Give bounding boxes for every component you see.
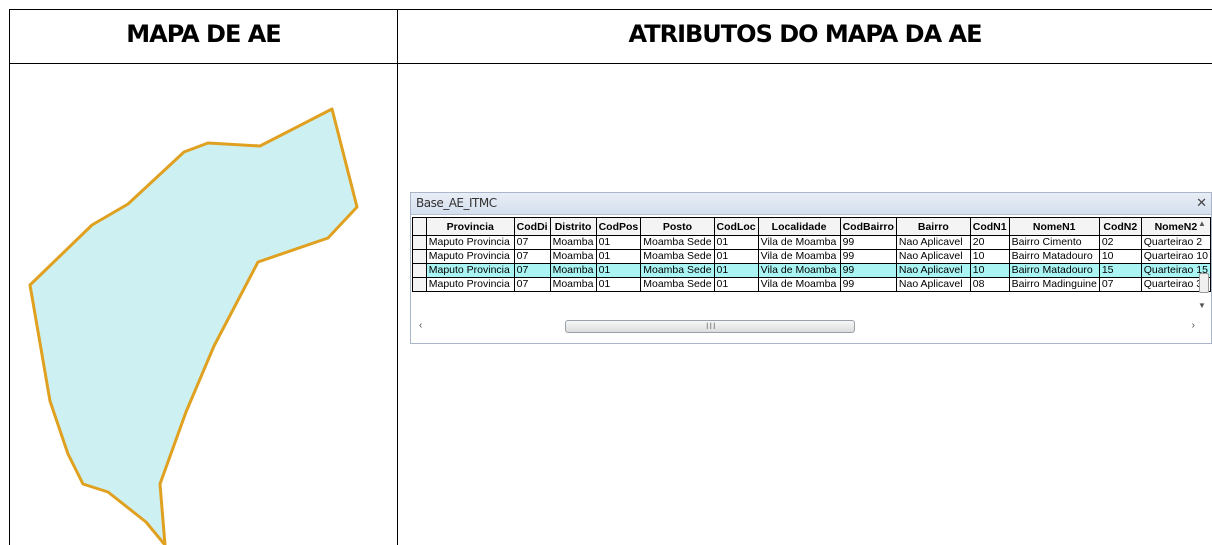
scroll-up-icon[interactable]: ▲: [1198, 219, 1206, 228]
row-selector[interactable]: [412, 263, 427, 278]
table-cell[interactable]: 01: [595, 277, 642, 292]
table-cell[interactable]: 02: [1098, 235, 1142, 250]
table-cell[interactable]: 01: [595, 263, 642, 278]
table-cell[interactable]: Nao Aplicavel: [895, 235, 971, 250]
table-cell[interactable]: Bairro Matadouro: [1008, 249, 1100, 264]
attributes-header: ATRIBUTOS DO MAPA DA AE: [628, 20, 983, 48]
close-icon[interactable]: ✕: [1196, 195, 1207, 211]
table-cell[interactable]: Maputo Provincia: [425, 249, 515, 264]
table-cell[interactable]: Bairro Matadouro: [1008, 263, 1100, 278]
table-row[interactable]: Maputo Provincia 07 Moamba 01 Moamba Sede 01 V…: [412, 263, 1212, 278]
table-cell[interactable]: Moamba Sede: [640, 277, 715, 292]
table-cell[interactable]: Moamba: [549, 235, 597, 250]
column-header-posto[interactable]: Posto: [640, 217, 715, 236]
table-cell[interactable]: 15: [1098, 263, 1142, 278]
row-selector[interactable]: [412, 235, 427, 250]
map-header: MAPA DE AE: [126, 20, 281, 48]
table-cell[interactable]: 07: [513, 263, 551, 278]
attribute-table-window: Base_AE_ITMC ✕ Provincia CodDi Distrito Cod…: [410, 192, 1212, 344]
column-divider: [397, 9, 398, 545]
table-cell[interactable]: Bairro Madinguine: [1008, 277, 1100, 292]
table-cell[interactable]: Maputo Provincia: [425, 277, 515, 292]
ae-polygon: [28, 107, 359, 545]
table-cell[interactable]: 01: [595, 249, 642, 264]
horizontal-scrollbar[interactable]: ‹ III ›: [415, 318, 1209, 336]
table-row[interactable]: Maputo Provincia 07 Moamba 01 Moamba Sede 01 V…: [412, 249, 1212, 264]
table-cell[interactable]: 20: [969, 235, 1010, 250]
table-cell[interactable]: 10: [969, 263, 1010, 278]
table-cell[interactable]: Nao Aplicavel: [895, 249, 971, 264]
column-header-distrito[interactable]: Distrito: [549, 217, 597, 236]
table-cell[interactable]: 07: [513, 277, 551, 292]
table-cell[interactable]: Nao Aplicavel: [895, 277, 971, 292]
column-header-provincia[interactable]: Provincia: [425, 217, 515, 236]
row-selector[interactable]: [412, 249, 427, 264]
table-cell[interactable]: Maputo Provincia: [425, 263, 515, 278]
scroll-right-icon[interactable]: ›: [1192, 320, 1195, 331]
table-cell[interactable]: 07: [513, 235, 551, 250]
table-cell[interactable]: Vila de Moamba: [757, 277, 841, 292]
table-cell[interactable]: 08: [969, 277, 1010, 292]
column-header-localidade[interactable]: Localidade: [757, 217, 841, 236]
window-title: Base_AE_ITMC: [416, 196, 497, 210]
column-header-codn1[interactable]: CodN1: [969, 217, 1010, 236]
attribute-table: Provincia CodDi Distrito CodPos Posto CodLoc L…: [412, 217, 1212, 292]
column-header-codbairro[interactable]: CodBairro: [839, 217, 897, 236]
table-cell[interactable]: 99: [839, 235, 897, 250]
table-cell[interactable]: Vila de Moamba: [757, 263, 841, 278]
table-header-row: Provincia CodDi Distrito CodPos Posto CodLoc L…: [412, 217, 1212, 236]
horizontal-scroll-thumb[interactable]: III: [565, 320, 855, 333]
table-cell[interactable]: Bairro Cimento: [1008, 235, 1100, 250]
vertical-scroll-thumb[interactable]: [1199, 273, 1209, 293]
table-cell[interactable]: Vila de Moamba: [757, 249, 841, 264]
table-cell[interactable]: 01: [713, 263, 759, 278]
table-cell[interactable]: Moamba: [549, 249, 597, 264]
scroll-left-icon[interactable]: ‹: [419, 320, 422, 331]
table-cell[interactable]: Moamba Sede: [640, 235, 715, 250]
column-header-bairro[interactable]: Bairro: [895, 217, 971, 236]
window-titlebar: Base_AE_ITMC ✕: [411, 193, 1211, 215]
table-cell[interactable]: 99: [839, 277, 897, 292]
column-header-codpos[interactable]: CodPos: [595, 217, 642, 236]
table-cell[interactable]: Moamba: [549, 263, 597, 278]
table-cell[interactable]: Nao Aplicavel: [895, 263, 971, 278]
table-cell[interactable]: 10: [969, 249, 1010, 264]
table-cell[interactable]: Moamba Sede: [640, 249, 715, 264]
table-cell[interactable]: Moamba: [549, 277, 597, 292]
table-cell[interactable]: 99: [839, 263, 897, 278]
table-cell[interactable]: 10: [1098, 249, 1142, 264]
table-cell[interactable]: 07: [513, 249, 551, 264]
table-cell[interactable]: 99: [839, 249, 897, 264]
column-header-coddi[interactable]: CodDi: [513, 217, 551, 236]
table-cell[interactable]: 01: [713, 235, 759, 250]
scroll-down-icon[interactable]: ▼: [1198, 301, 1206, 310]
column-header-codloc[interactable]: CodLoc: [713, 217, 759, 236]
table-row[interactable]: Maputo Provincia 07 Moamba 01 Moamba Sede 01 V…: [412, 235, 1212, 250]
column-header-codn2[interactable]: CodN2: [1098, 217, 1142, 236]
scroll-grip-icon: III: [706, 321, 717, 331]
area-map: [28, 107, 359, 545]
table-cell[interactable]: 07: [1098, 277, 1142, 292]
table-cell[interactable]: Vila de Moamba: [757, 235, 841, 250]
row-selector[interactable]: [412, 277, 427, 292]
vertical-scrollbar[interactable]: ▲ ▼: [1197, 217, 1209, 313]
table-cell[interactable]: 01: [595, 235, 642, 250]
table-cell[interactable]: Maputo Provincia: [425, 235, 515, 250]
row-selector-header[interactable]: [412, 217, 427, 236]
table-cell[interactable]: 01: [713, 249, 759, 264]
column-header-nomen1[interactable]: NomeN1: [1008, 217, 1100, 236]
table-cell[interactable]: 01: [713, 277, 759, 292]
table-row[interactable]: Maputo Provincia 07 Moamba 01 Moamba Sede 01 V…: [412, 277, 1212, 292]
table-cell[interactable]: Moamba Sede: [640, 263, 715, 278]
